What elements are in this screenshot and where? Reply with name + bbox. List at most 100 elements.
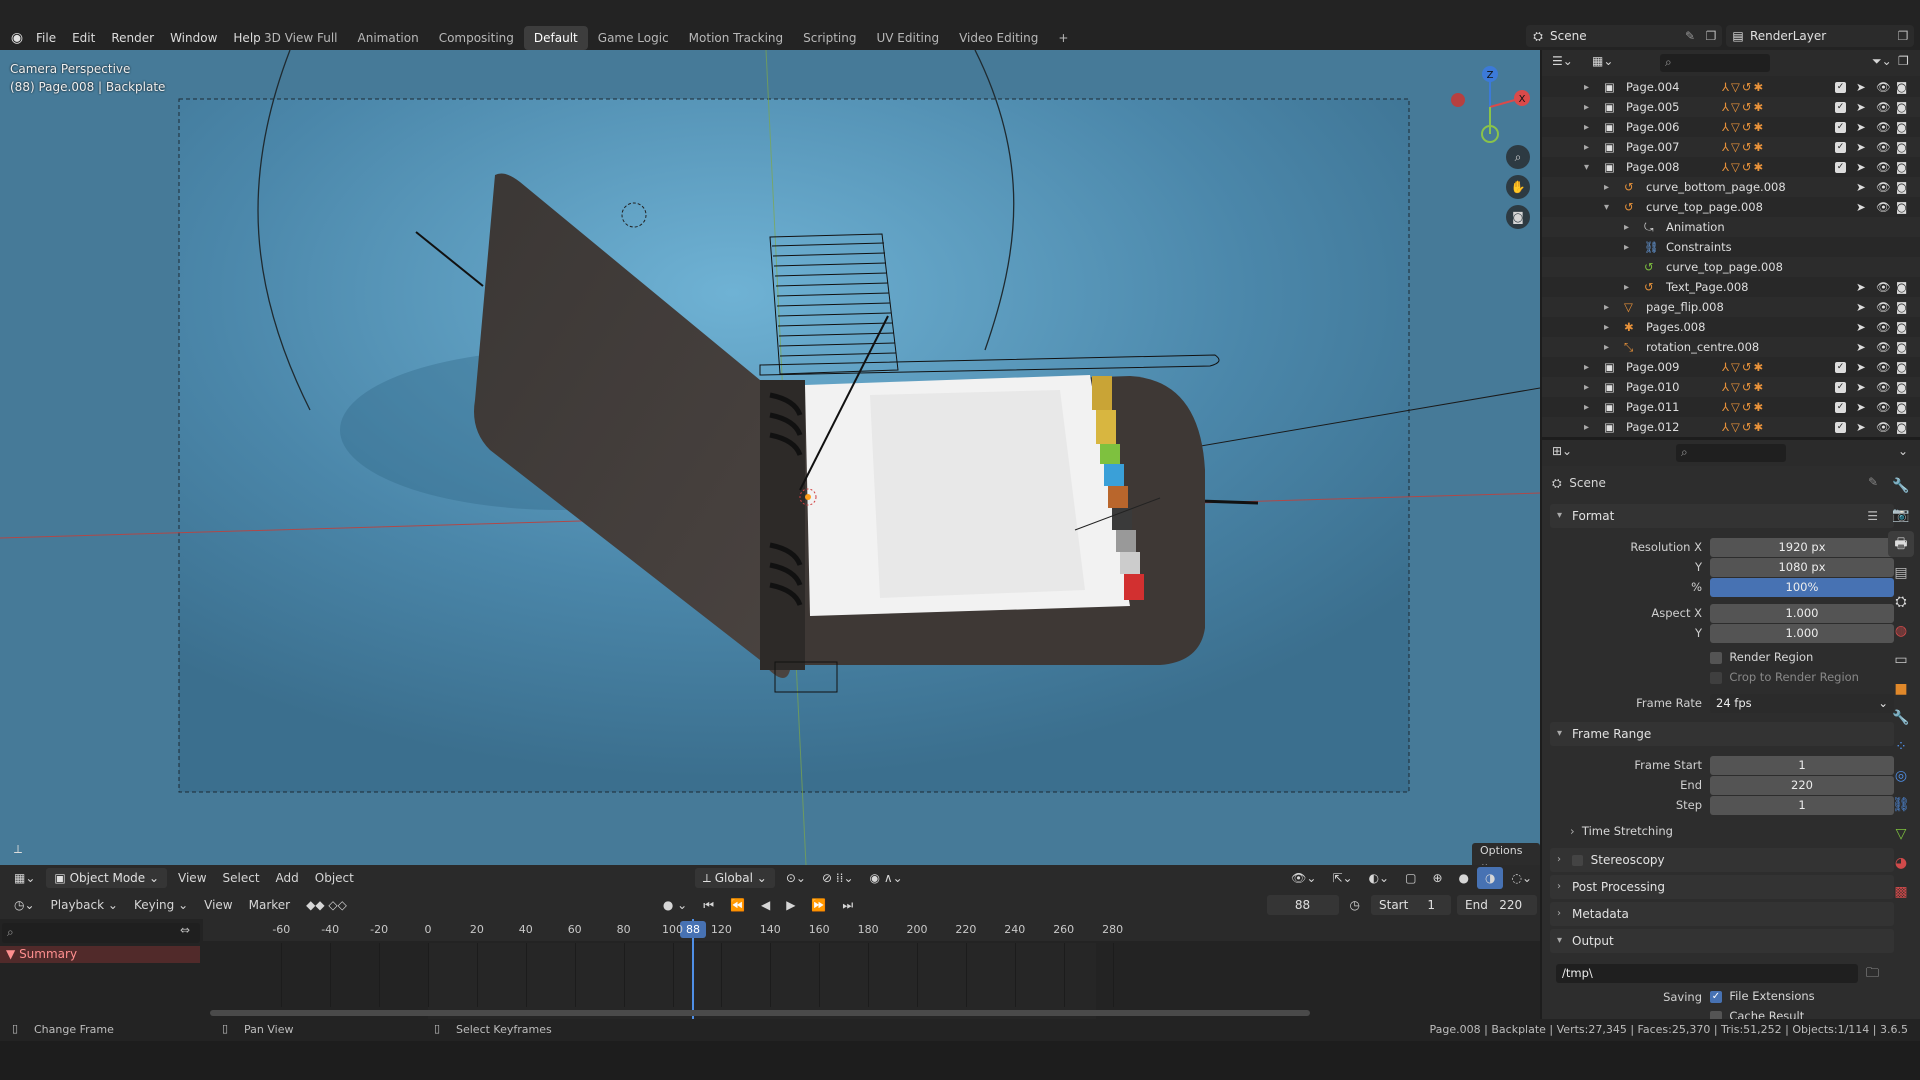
expand-toggle-icon[interactable]: ▸ [1584, 382, 1598, 393]
new-layer-icon[interactable]: ❐ [1892, 29, 1914, 43]
properties-search-input[interactable]: ⌕ [1676, 444, 1786, 462]
navigation-gizmo[interactable]: Z X [1440, 62, 1540, 152]
render-camera-icon[interactable]: ◙ [1896, 340, 1907, 354]
outliner-row[interactable]: ▸ ↺ Text_Page.008 ➤ 👁 ◙ [1542, 277, 1920, 297]
crop-region-checkbox[interactable]: Crop to Render Region [1710, 670, 1859, 684]
transform-orientation-dropdown[interactable]: ⟂ Global ⌄ [694, 868, 775, 888]
expand-toggle-icon[interactable]: ▸ [1584, 362, 1598, 373]
output-tab-icon[interactable]: 🖶 [1888, 531, 1914, 557]
properties-editor-icon[interactable]: ⊞⌄ [1552, 444, 1572, 458]
outliner-row[interactable]: ▸ ▣ Page.005 ⅄▽↺✱ ✓ ➤ 👁 ◙ [1542, 97, 1920, 117]
render-tab-icon[interactable]: 📷 [1888, 502, 1914, 528]
blender-logo-icon[interactable]: ◉ [6, 30, 28, 46]
new-scene-icon[interactable]: ❐ [1700, 29, 1722, 43]
outliner-row[interactable]: ▸ ⤿ Animation [1542, 217, 1920, 237]
menu-playback[interactable]: Playback ⌄ [43, 894, 126, 916]
selectable-icon[interactable]: ➤ [1856, 200, 1866, 214]
exclude-checkbox-icon[interactable]: ✓ [1835, 121, 1846, 133]
visibility-eye-icon[interactable]: 👁 [1876, 400, 1891, 414]
mode-dropdown[interactable]: ▣ Object Mode ⌄ [46, 868, 168, 888]
outliner[interactable]: ☰⌄ ▦⌄ ⌕ ⏷⌄ ❐ ▸ ▣ Page.004 ⅄▽↺✱ ✓ ➤ 👁 ◙ ▸ ▣ Page.00… [1542, 50, 1920, 437]
resolution-x-field[interactable]: 1920 px [1710, 538, 1894, 557]
context-pin-icon[interactable]: ✎ [1868, 475, 1878, 489]
outliner-row[interactable]: ▸ ⛓ Constraints [1542, 237, 1920, 257]
expand-toggle-icon[interactable]: ▸ [1584, 102, 1598, 113]
frame-range-panel-header[interactable]: ▾ Frame Range [1550, 722, 1894, 746]
tab-video-editing[interactable]: Video Editing [949, 26, 1048, 50]
expand-summary-icon[interactable]: ▼ [6, 947, 15, 961]
outliner-editor-icon[interactable]: ☰⌄ [1552, 54, 1573, 68]
render-camera-icon[interactable]: ◙ [1896, 300, 1907, 314]
keyframe-nav-icon[interactable]: ◆◆ ◇◇ [298, 894, 355, 916]
selectable-icon[interactable]: ➤ [1856, 280, 1866, 294]
menu-object[interactable]: Object [307, 867, 362, 889]
current-frame-field[interactable]: 88 [1266, 895, 1339, 915]
selectable-icon[interactable]: ➤ [1856, 180, 1866, 194]
visibility-eye-icon[interactable]: 👁 [1876, 300, 1891, 314]
timeline-search-input[interactable]: ⌕ [2, 923, 200, 943]
pan-hand-icon[interactable]: ✋ [1506, 175, 1530, 199]
expand-toggle-icon[interactable]: ▸ [1624, 282, 1638, 293]
3d-viewport[interactable]: Camera Perspective (88) Page.008 | Backp… [0, 50, 1540, 871]
expand-toggle-icon[interactable]: ▸ [1584, 122, 1598, 133]
selectable-icon[interactable]: ➤ [1856, 340, 1866, 354]
render-camera-icon[interactable]: ◙ [1896, 280, 1907, 294]
menu-timeline-view[interactable]: View [196, 894, 240, 916]
expand-toggle-icon[interactable]: ▾ [1584, 162, 1598, 173]
pivot-icon[interactable]: ⊙⌄ [778, 867, 814, 889]
aspect-y-field[interactable]: 1.000 [1710, 624, 1894, 643]
expand-toggle-icon[interactable]: ▸ [1584, 422, 1598, 433]
outliner-row[interactable]: ▸ ✱ Pages.008 ➤ 👁 ◙ [1542, 317, 1920, 337]
view-layer-tab-icon[interactable]: ▤ [1888, 560, 1914, 586]
visibility-eye-icon[interactable]: 👁 [1876, 200, 1891, 214]
visibility-eye-icon[interactable]: 👁 [1876, 280, 1891, 294]
expand-toggle-icon[interactable]: ▸ [1584, 82, 1598, 93]
constraints-tab-icon[interactable]: ⛓ [1888, 792, 1914, 818]
texture-tab-icon[interactable]: ▩ [1888, 879, 1914, 905]
render-camera-icon[interactable]: ◙ [1896, 400, 1907, 414]
render-camera-icon[interactable]: ◙ [1896, 160, 1907, 174]
render-camera-icon[interactable]: ◙ [1896, 80, 1907, 94]
expand-toggle-icon[interactable]: ▸ [1624, 222, 1638, 233]
world-tab-icon[interactable]: ◍ [1888, 618, 1914, 644]
menu-file[interactable]: File [28, 26, 64, 50]
menu-render[interactable]: Render [103, 26, 162, 50]
render-camera-icon[interactable]: ◙ [1896, 200, 1907, 214]
menu-marker[interactable]: Marker [241, 894, 298, 916]
expand-toggle-icon[interactable]: ▸ [1604, 302, 1618, 313]
object-tab-icon[interactable]: ■ [1888, 676, 1914, 702]
add-workspace-button[interactable]: + [1048, 26, 1078, 50]
visibility-eye-icon[interactable]: 👁 [1876, 80, 1891, 94]
output-path-field[interactable]: /tmp\ [1556, 964, 1858, 983]
visibility-eye-icon[interactable]: 👁 [1876, 320, 1891, 334]
expand-toggle-icon[interactable]: ▸ [1584, 402, 1598, 413]
post-processing-panel-header[interactable]: › Post Processing [1550, 875, 1894, 899]
filter-icon[interactable]: ⏷⌄ [1872, 54, 1892, 69]
gizmo-toggle-icon[interactable]: ⇱⌄ [1324, 867, 1360, 889]
camera-view-icon[interactable]: ◙ [1506, 205, 1530, 229]
time-stretching-subpanel[interactable]: › Time Stretching [1570, 824, 1673, 838]
frame-start-field[interactable]: 1 [1710, 756, 1894, 775]
shading-solid-icon[interactable]: ● [1451, 867, 1477, 889]
outliner-row[interactable]: ▸ ▣ Page.004 ⅄▽↺✱ ✓ ➤ 👁 ◙ [1542, 77, 1920, 97]
summary-channel[interactable]: ▼ Summary [0, 946, 200, 963]
selectable-icon[interactable]: ➤ [1856, 120, 1866, 134]
render-camera-icon[interactable]: ◙ [1896, 180, 1907, 194]
selectable-icon[interactable]: ➤ [1856, 160, 1866, 174]
material-tab-icon[interactable]: ◕ [1888, 850, 1914, 876]
metadata-panel-header[interactable]: › Metadata [1550, 902, 1894, 926]
exclude-checkbox-icon[interactable]: ✓ [1835, 381, 1846, 393]
tab-motion-tracking[interactable]: Motion Tracking [679, 26, 793, 50]
menu-keying[interactable]: Keying ⌄ [126, 894, 196, 916]
exclude-checkbox-icon[interactable]: ✓ [1835, 401, 1846, 413]
xray-icon[interactable]: ▢ [1397, 867, 1424, 889]
render-region-checkbox[interactable]: Render Region [1710, 650, 1813, 664]
render-camera-icon[interactable]: ◙ [1896, 360, 1907, 374]
menu-edit[interactable]: Edit [64, 26, 103, 50]
output-panel-header[interactable]: ▾ Output [1550, 929, 1894, 953]
expand-toggle-icon[interactable]: ▸ [1624, 242, 1638, 253]
play-icon[interactable]: ▶ [778, 894, 803, 916]
expand-toggle-icon[interactable]: ▾ [1604, 202, 1618, 213]
render-camera-icon[interactable]: ◙ [1896, 140, 1907, 154]
gizmo-neg-x-icon[interactable] [1451, 93, 1465, 107]
